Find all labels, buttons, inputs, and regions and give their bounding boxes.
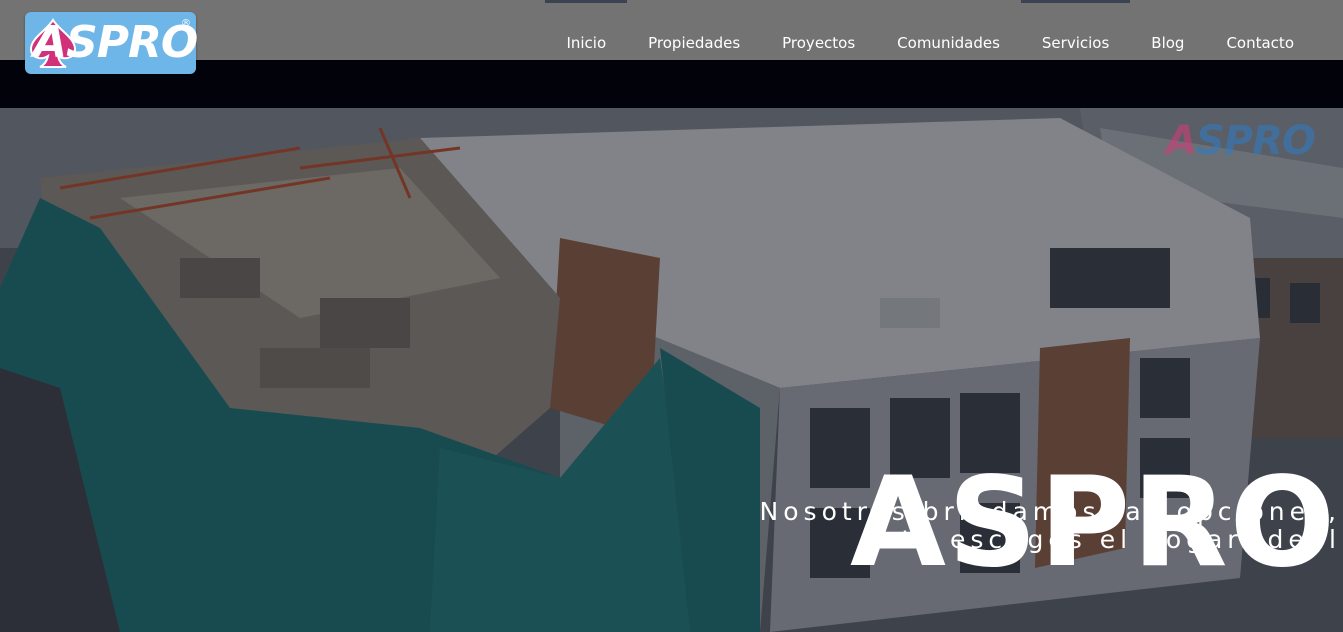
nav-item-comunidades[interactable]: Comunidades bbox=[876, 0, 1021, 60]
nav-item-proyectos[interactable]: Proyectos bbox=[761, 0, 876, 60]
hero-subtitle-line-2: tú escoges el hogar ideal bbox=[901, 525, 1341, 554]
video-watermark-logo: ASPRO bbox=[1166, 118, 1316, 164]
site-logo[interactable]: ASPRO ® bbox=[25, 12, 198, 74]
hero-subtitle-line-1: Nosotros brindamos las opciones, bbox=[759, 497, 1341, 526]
main-nav: Inicio Propiedades Proyectos Comunidades… bbox=[545, 0, 1315, 60]
hero-banner: ASPRO ASPRO Nosotros brindamos las opcio… bbox=[0, 108, 1343, 632]
nav-item-contacto[interactable]: Contacto bbox=[1205, 0, 1315, 60]
nav-item-blog[interactable]: Blog bbox=[1130, 0, 1205, 60]
logo-wordmark: ASPRO bbox=[33, 17, 198, 68]
header-dark-band bbox=[0, 60, 1343, 108]
registered-mark: ® bbox=[181, 18, 191, 29]
nav-item-propiedades[interactable]: Propiedades bbox=[627, 0, 761, 60]
nav-item-inicio[interactable]: Inicio bbox=[545, 0, 627, 60]
nav-item-servicios[interactable]: Servicios bbox=[1020, 0, 1131, 60]
site-header: Inicio Propiedades Proyectos Comunidades… bbox=[0, 0, 1343, 60]
